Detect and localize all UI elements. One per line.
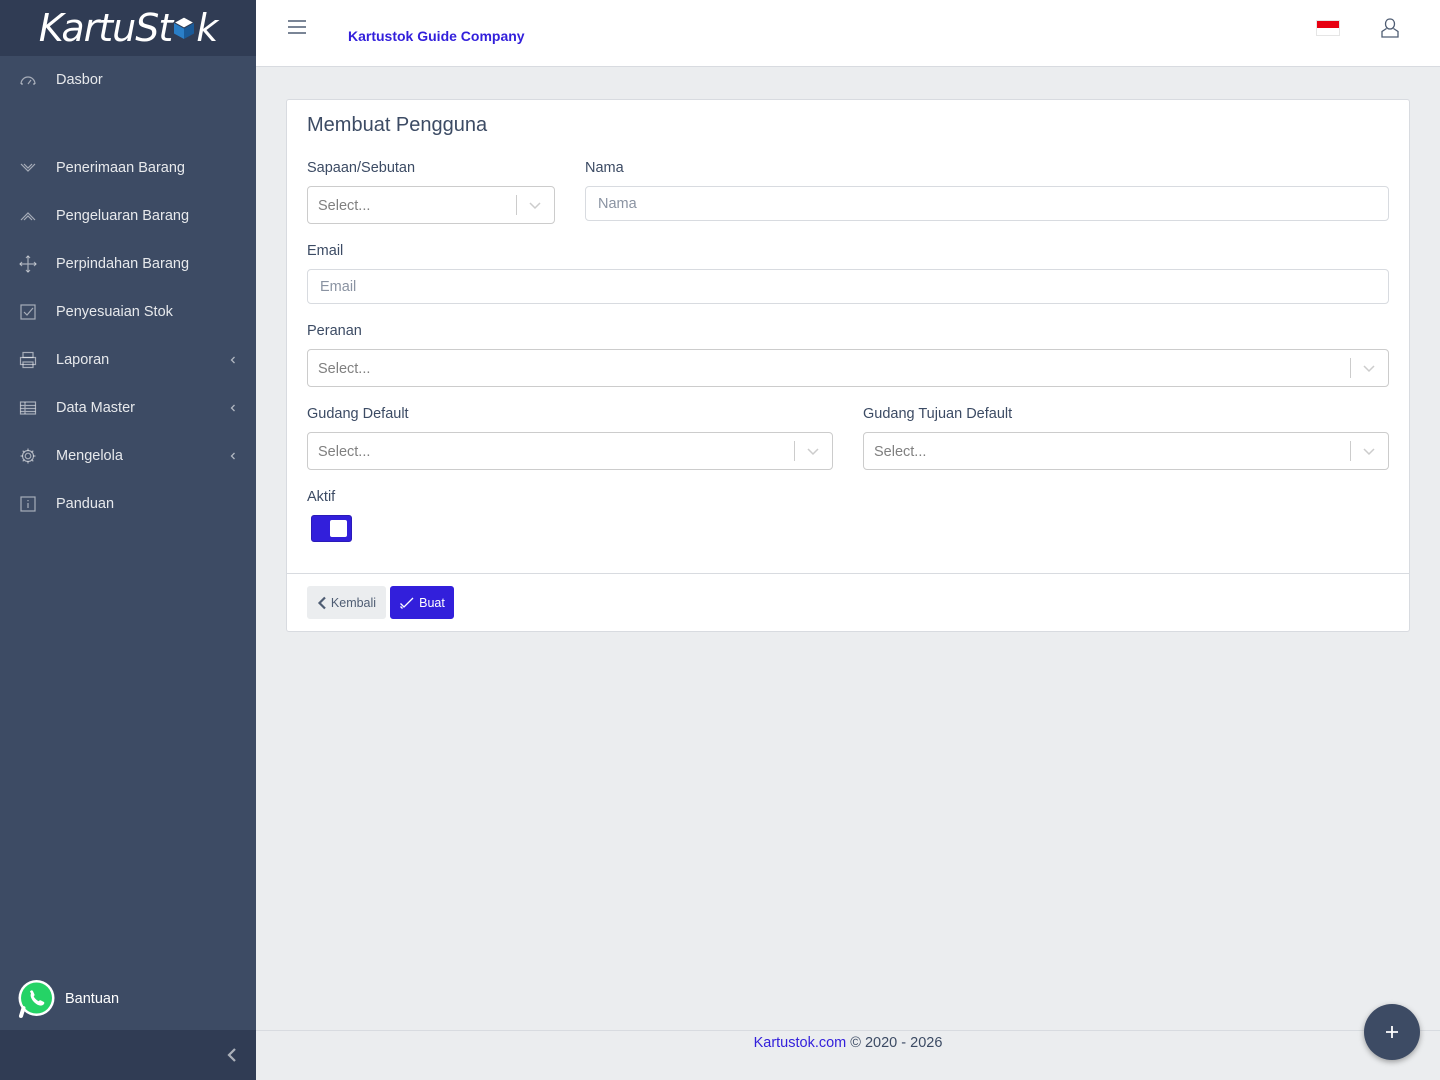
language-flag-indonesia-icon[interactable] bbox=[1316, 20, 1340, 36]
sidebar-item-label: Data Master bbox=[56, 400, 135, 416]
role-select[interactable]: Select... bbox=[307, 349, 1389, 387]
sidebar-item-panduan[interactable]: Panduan bbox=[0, 480, 256, 528]
select-separator bbox=[516, 195, 517, 215]
sidebar-item-dasbor[interactable]: Dasbor bbox=[0, 56, 256, 104]
role-label: Peranan bbox=[307, 323, 362, 339]
page-footer: Kartustok.com © 2020 - 2026 bbox=[256, 1030, 1440, 1080]
role-placeholder: Select... bbox=[318, 361, 371, 377]
nav-spacer bbox=[0, 104, 256, 144]
create-user-card: Membuat Pengguna Sapaan/Sebutan Select..… bbox=[286, 99, 1410, 632]
chevron-down-icon bbox=[529, 202, 541, 210]
chevron-left-icon bbox=[230, 452, 235, 460]
sidebar-item-label: Dasbor bbox=[56, 72, 103, 88]
chevron-down-icon bbox=[18, 158, 38, 178]
sidebar-item-label: Penerimaan Barang bbox=[56, 160, 185, 176]
default-warehouse-select[interactable]: Select... bbox=[307, 432, 833, 470]
card-footer: Kembali Buat bbox=[287, 573, 1409, 631]
select-separator bbox=[1350, 441, 1351, 461]
user-icon[interactable] bbox=[1380, 17, 1400, 39]
chevron-left-icon bbox=[227, 1048, 236, 1062]
speedometer-icon bbox=[18, 70, 38, 90]
chevron-up-icon bbox=[18, 206, 38, 226]
create-button-label: Buat bbox=[419, 595, 445, 610]
select-separator bbox=[794, 441, 795, 461]
brand-logo[interactable]: KartuSt k bbox=[0, 0, 256, 56]
sidebar-item-perpindahan-barang[interactable]: Perpindahan Barang bbox=[0, 240, 256, 288]
cube-logo-icon bbox=[173, 16, 196, 39]
chevron-left-icon bbox=[230, 356, 235, 364]
sidebar: KartuSt k Dasbor Penerimaan Barang Penge… bbox=[0, 0, 256, 1080]
active-label: Aktif bbox=[307, 489, 336, 505]
sidebar-item-label: Perpindahan Barang bbox=[56, 256, 190, 272]
page-title: Membuat Pengguna bbox=[307, 114, 488, 136]
default-target-warehouse-label: Gudang Tujuan Default bbox=[863, 406, 1013, 422]
brand-name: KartuSt k bbox=[38, 6, 219, 50]
default-target-warehouse-select[interactable]: Select... bbox=[863, 432, 1389, 470]
chevron-down-icon bbox=[1363, 365, 1375, 373]
sidebar-item-label: Laporan bbox=[56, 352, 110, 368]
sidebar-item-mengelola[interactable]: Mengelola bbox=[0, 432, 256, 480]
active-toggle[interactable] bbox=[311, 515, 352, 542]
back-button[interactable]: Kembali bbox=[307, 586, 386, 619]
sidebar-item-pengeluaran-barang[interactable]: Pengeluaran Barang bbox=[0, 192, 256, 240]
whatsapp-icon bbox=[18, 980, 55, 1018]
sidebar-item-laporan[interactable]: Laporan bbox=[0, 336, 256, 384]
move-icon bbox=[18, 254, 38, 274]
kartustok-link[interactable]: Kartustok.com bbox=[754, 1035, 847, 1051]
default-target-warehouse-placeholder: Select... bbox=[874, 444, 927, 460]
sidebar-nav: Dasbor Penerimaan Barang Pengeluaran Bar… bbox=[0, 56, 256, 528]
salutation-placeholder: Select... bbox=[318, 198, 371, 214]
salutation-label: Sapaan/Sebutan bbox=[307, 160, 416, 176]
sidebar-minimize-button[interactable] bbox=[0, 1030, 256, 1080]
sidebar-item-label: Pengeluaran Barang bbox=[56, 208, 190, 224]
sidebar-item-label: Panduan bbox=[56, 496, 115, 512]
company-name[interactable]: Kartustok Guide Company bbox=[348, 28, 525, 44]
email-label: Email bbox=[307, 243, 344, 259]
gear-icon bbox=[18, 446, 38, 466]
plus-icon bbox=[1386, 1026, 1398, 1038]
email-input[interactable] bbox=[307, 269, 1389, 304]
printer-icon bbox=[18, 350, 38, 370]
back-button-label: Kembali bbox=[330, 595, 377, 610]
select-separator bbox=[1350, 358, 1351, 378]
sidebar-item-penyesuaian-stok[interactable]: Penyesuaian Stok bbox=[0, 288, 256, 336]
name-input[interactable] bbox=[585, 186, 1389, 221]
sidebar-item-data-master[interactable]: Data Master bbox=[0, 384, 256, 432]
copyright-text: © 2020 - 2026 bbox=[850, 1035, 943, 1051]
chevron-left-icon bbox=[317, 596, 326, 609]
hamburger-menu-icon[interactable] bbox=[287, 18, 307, 36]
help-whatsapp-link[interactable]: Bantuan bbox=[16, 978, 119, 1019]
sidebar-item-label: Mengelola bbox=[56, 448, 123, 464]
help-label: Bantuan bbox=[65, 990, 120, 1007]
chevron-left-icon bbox=[230, 404, 235, 412]
sidebar-item-label: Penyesuaian Stok bbox=[56, 304, 173, 320]
top-header: Kartustok Guide Company bbox=[256, 0, 1440, 67]
floating-add-button[interactable] bbox=[1364, 1004, 1420, 1060]
check-square-icon bbox=[18, 302, 38, 322]
chevron-down-icon bbox=[807, 448, 819, 456]
name-label: Nama bbox=[585, 160, 624, 176]
create-button[interactable]: Buat bbox=[390, 586, 454, 619]
default-warehouse-placeholder: Select... bbox=[318, 444, 371, 460]
toggle-knob bbox=[330, 520, 347, 537]
chevron-down-icon bbox=[1363, 448, 1375, 456]
default-warehouse-label: Gudang Default bbox=[307, 406, 409, 422]
sidebar-item-penerimaan-barang[interactable]: Penerimaan Barang bbox=[0, 144, 256, 192]
info-icon bbox=[18, 494, 38, 514]
check-icon bbox=[400, 597, 414, 609]
salutation-select[interactable]: Select... bbox=[307, 186, 555, 224]
spreadsheet-icon bbox=[18, 398, 38, 418]
